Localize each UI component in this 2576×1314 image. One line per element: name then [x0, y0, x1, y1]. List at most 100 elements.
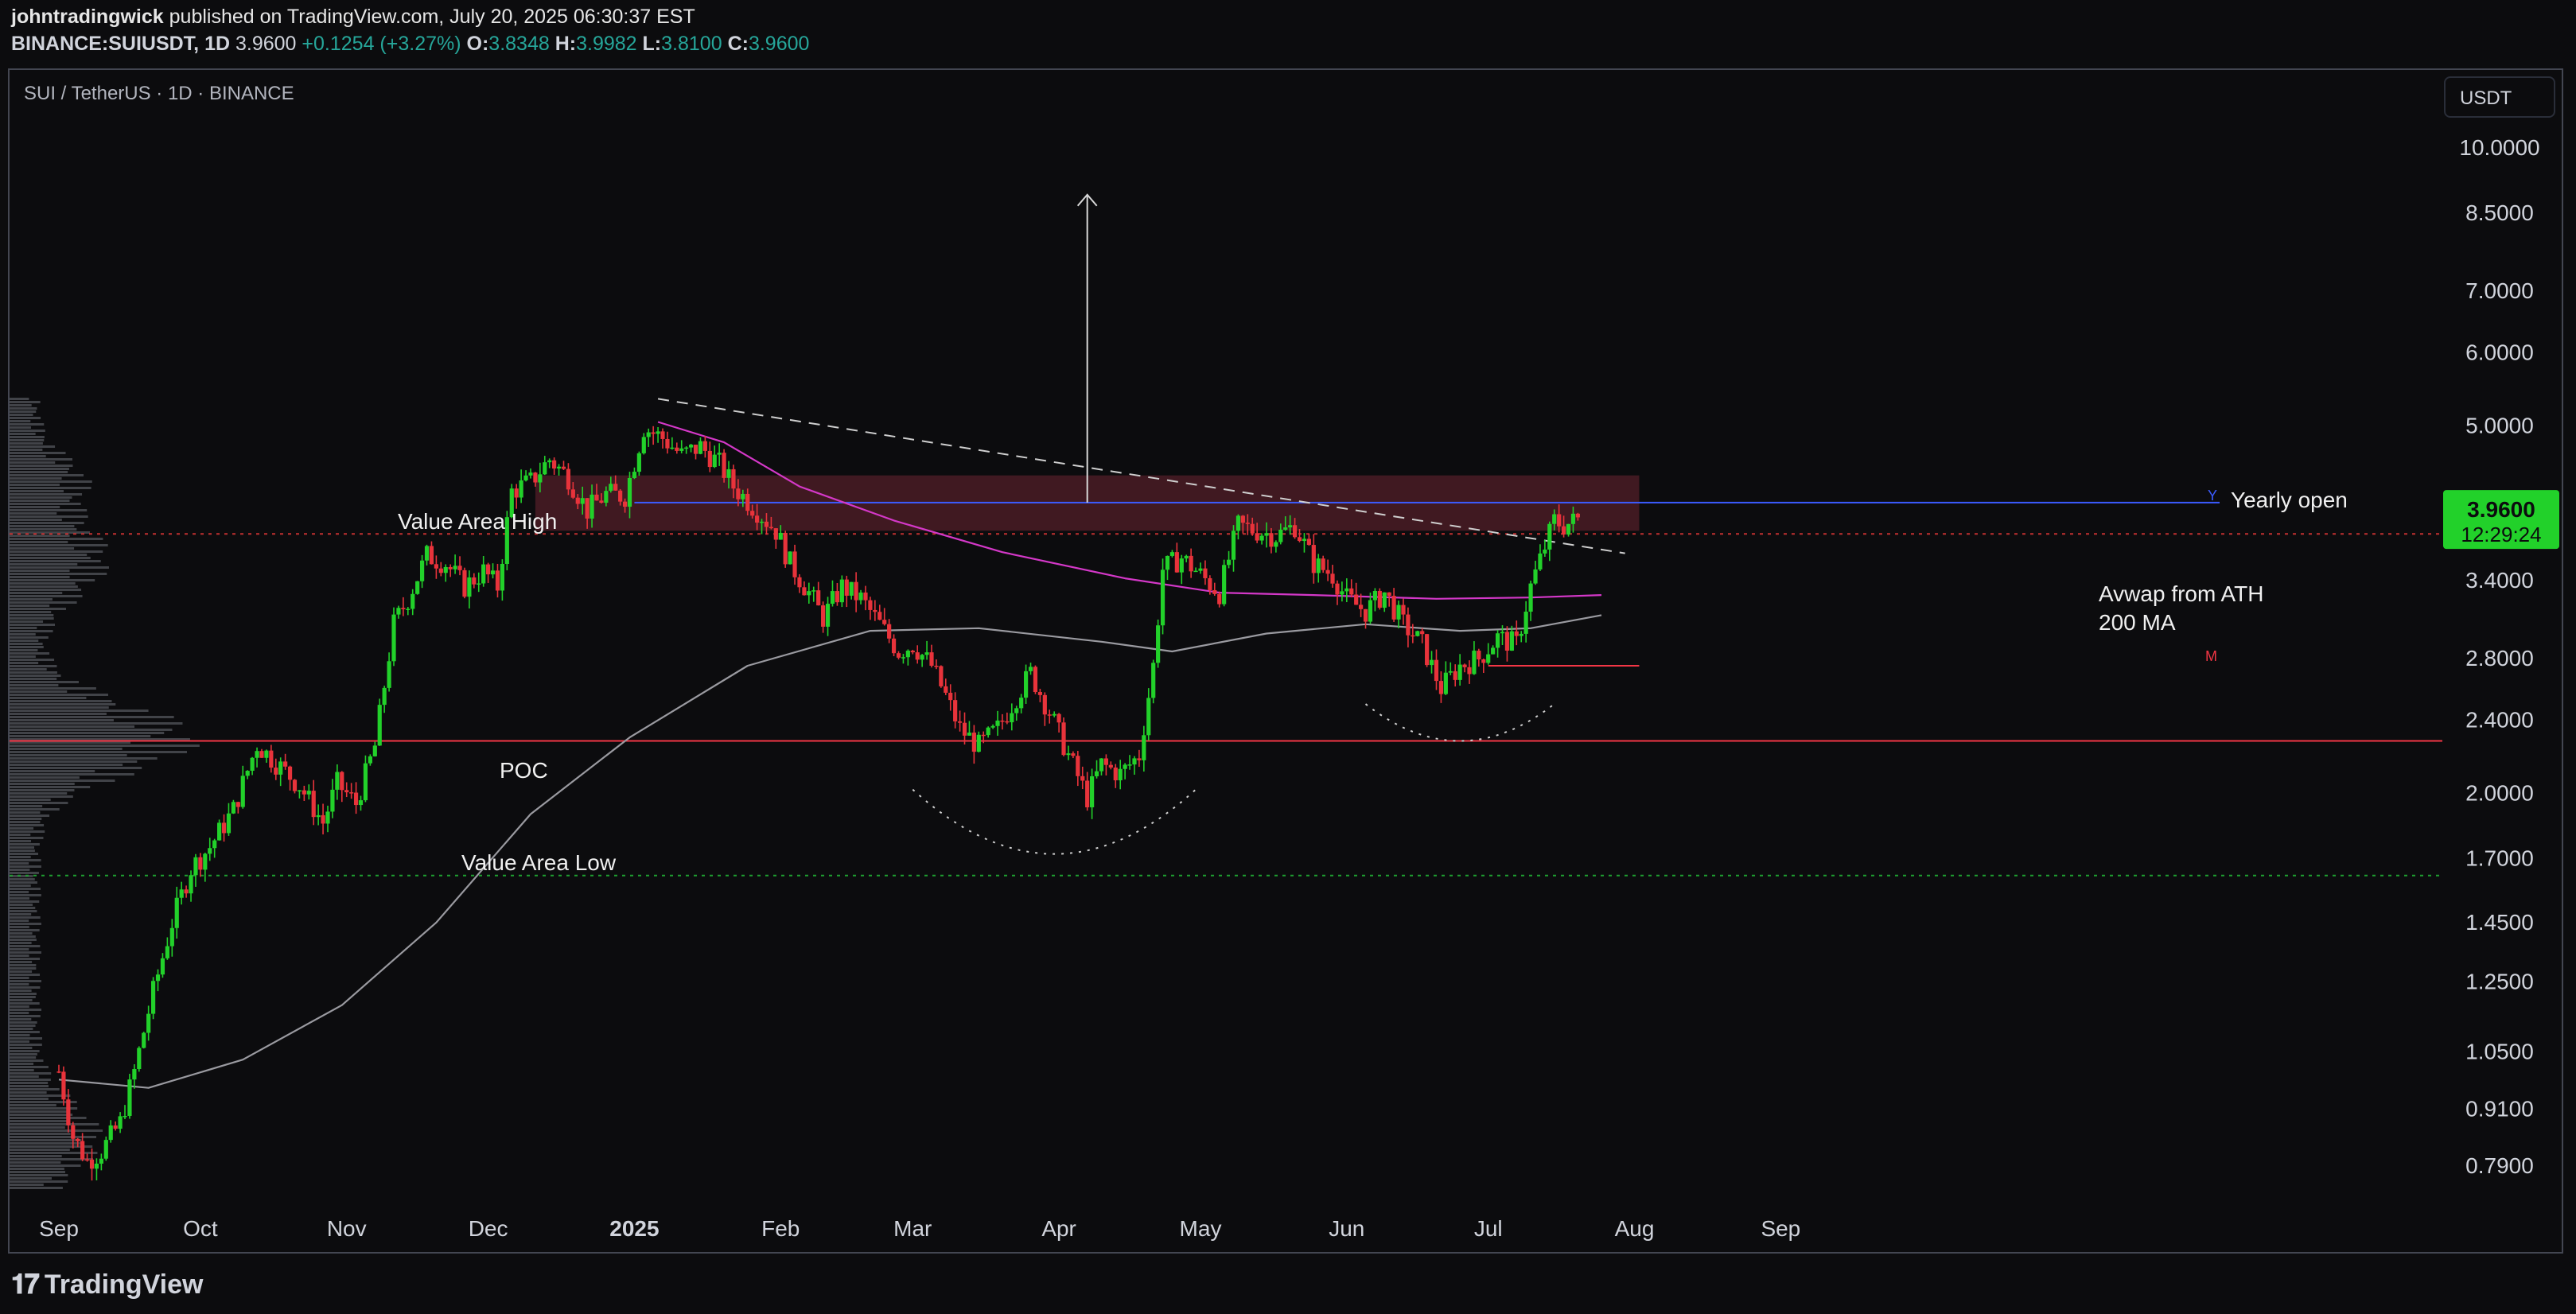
candle-body: [731, 468, 736, 489]
candle-body: [321, 814, 325, 824]
candle-body: [424, 546, 430, 561]
candle: [411, 589, 415, 616]
candle-body: [269, 750, 274, 768]
time-axis-label: Mar: [893, 1216, 932, 1241]
value-area-low-label: Value Area Low: [461, 850, 617, 875]
candle: [891, 634, 897, 656]
volume-profile-bar: [10, 474, 84, 476]
candle: [990, 724, 995, 729]
candle-body: [1514, 631, 1519, 636]
candle: [1429, 651, 1434, 674]
candle: [547, 458, 552, 468]
candle: [142, 1032, 146, 1049]
volume-profile-bar: [10, 929, 40, 931]
candle-body: [490, 570, 496, 575]
candle: [1123, 763, 1127, 779]
volume-profile-bar: [10, 401, 41, 403]
candle: [1090, 768, 1095, 819]
volume-profile-bar: [10, 560, 101, 562]
volume-profile-bar: [10, 799, 51, 801]
candle: [679, 440, 684, 453]
candle-body: [1037, 692, 1042, 695]
candle: [773, 527, 778, 549]
candle: [641, 433, 646, 455]
candle-body: [287, 766, 293, 780]
candle: [1486, 643, 1491, 665]
volume-profile-bar: [10, 827, 34, 830]
volume-profile-bar: [10, 869, 30, 871]
candle-body: [203, 853, 208, 870]
volume-profile-bar: [10, 853, 38, 855]
candle: [939, 665, 944, 688]
candle-body: [1151, 663, 1156, 698]
volume-profile-bar: [10, 515, 88, 518]
candle-body: [231, 802, 236, 814]
candle: [528, 468, 533, 479]
volume-profile-bar: [10, 1009, 42, 1011]
candle-body: [905, 651, 910, 658]
candle-body: [1080, 776, 1085, 781]
candle-body: [198, 857, 203, 870]
candle-body: [1165, 555, 1170, 570]
candle-body: [1240, 515, 1245, 523]
candle: [882, 608, 887, 626]
candle-body: [372, 745, 377, 756]
candle-body: [429, 546, 434, 565]
candle: [486, 562, 491, 583]
candle-body: [1387, 592, 1391, 597]
volume-profile-bar: [10, 477, 62, 480]
candle-body: [165, 946, 169, 958]
candle: [702, 435, 707, 458]
candle-body: [391, 614, 396, 662]
volume-profile-bar: [10, 786, 91, 788]
candle: [1500, 625, 1505, 646]
candle-body: [538, 474, 543, 483]
volume-profile-bar: [10, 821, 41, 823]
candle: [358, 795, 364, 811]
price-chart[interactable]: 10.0000 8.5000 7.0000 6.0000 5.0000 3.4000 2.8…: [0, 0, 2576, 1314]
candle-body: [1443, 672, 1448, 694]
candle-body: [274, 768, 278, 775]
candle: [1066, 745, 1071, 760]
candle-body: [80, 1141, 85, 1160]
candle-body: [1212, 589, 1217, 594]
candle: [971, 725, 976, 764]
candle: [1538, 544, 1543, 571]
volume-profile-bar: [10, 744, 200, 747]
candle: [150, 977, 156, 1020]
candle-body: [755, 515, 760, 523]
time-axis-label: Jul: [1474, 1216, 1503, 1241]
candle-body: [1184, 555, 1189, 559]
candle-body: [920, 655, 924, 660]
volume-profile-bar: [10, 967, 37, 970]
candle-body: [259, 751, 264, 758]
candle-body: [764, 521, 769, 527]
candle: [1113, 764, 1118, 788]
volume-profile-bar: [10, 633, 36, 636]
volume-profile-bar: [10, 690, 68, 693]
candle-countdown: 12:29:24: [2461, 523, 2541, 546]
candle: [1306, 533, 1311, 546]
candle-body: [580, 498, 585, 504]
candle-body: [1411, 635, 1415, 637]
volume-profile-bar: [10, 659, 55, 661]
candle-body: [150, 981, 156, 1014]
volume-profile-bar: [10, 748, 123, 750]
candle-body: [1570, 513, 1576, 524]
time-axis-label: Dec: [469, 1216, 508, 1241]
volume-profile-bar: [10, 493, 83, 496]
volume-profile-bar: [10, 783, 75, 785]
footer-brand[interactable]: 𝟏𝟕 TradingView: [11, 1269, 203, 1300]
candle-body: [543, 462, 547, 475]
candle: [415, 581, 420, 595]
volume-profile-bar: [10, 1018, 32, 1020]
volume-profile-bar: [10, 449, 43, 451]
candle-body: [670, 447, 675, 449]
candle: [94, 1158, 99, 1180]
candle: [1099, 758, 1104, 776]
volume-profile-bar: [10, 792, 68, 795]
price-axis-label: 1.0500: [2465, 1040, 2534, 1064]
candle: [372, 741, 377, 757]
candle: [1132, 756, 1137, 775]
candle-body: [1462, 664, 1467, 667]
